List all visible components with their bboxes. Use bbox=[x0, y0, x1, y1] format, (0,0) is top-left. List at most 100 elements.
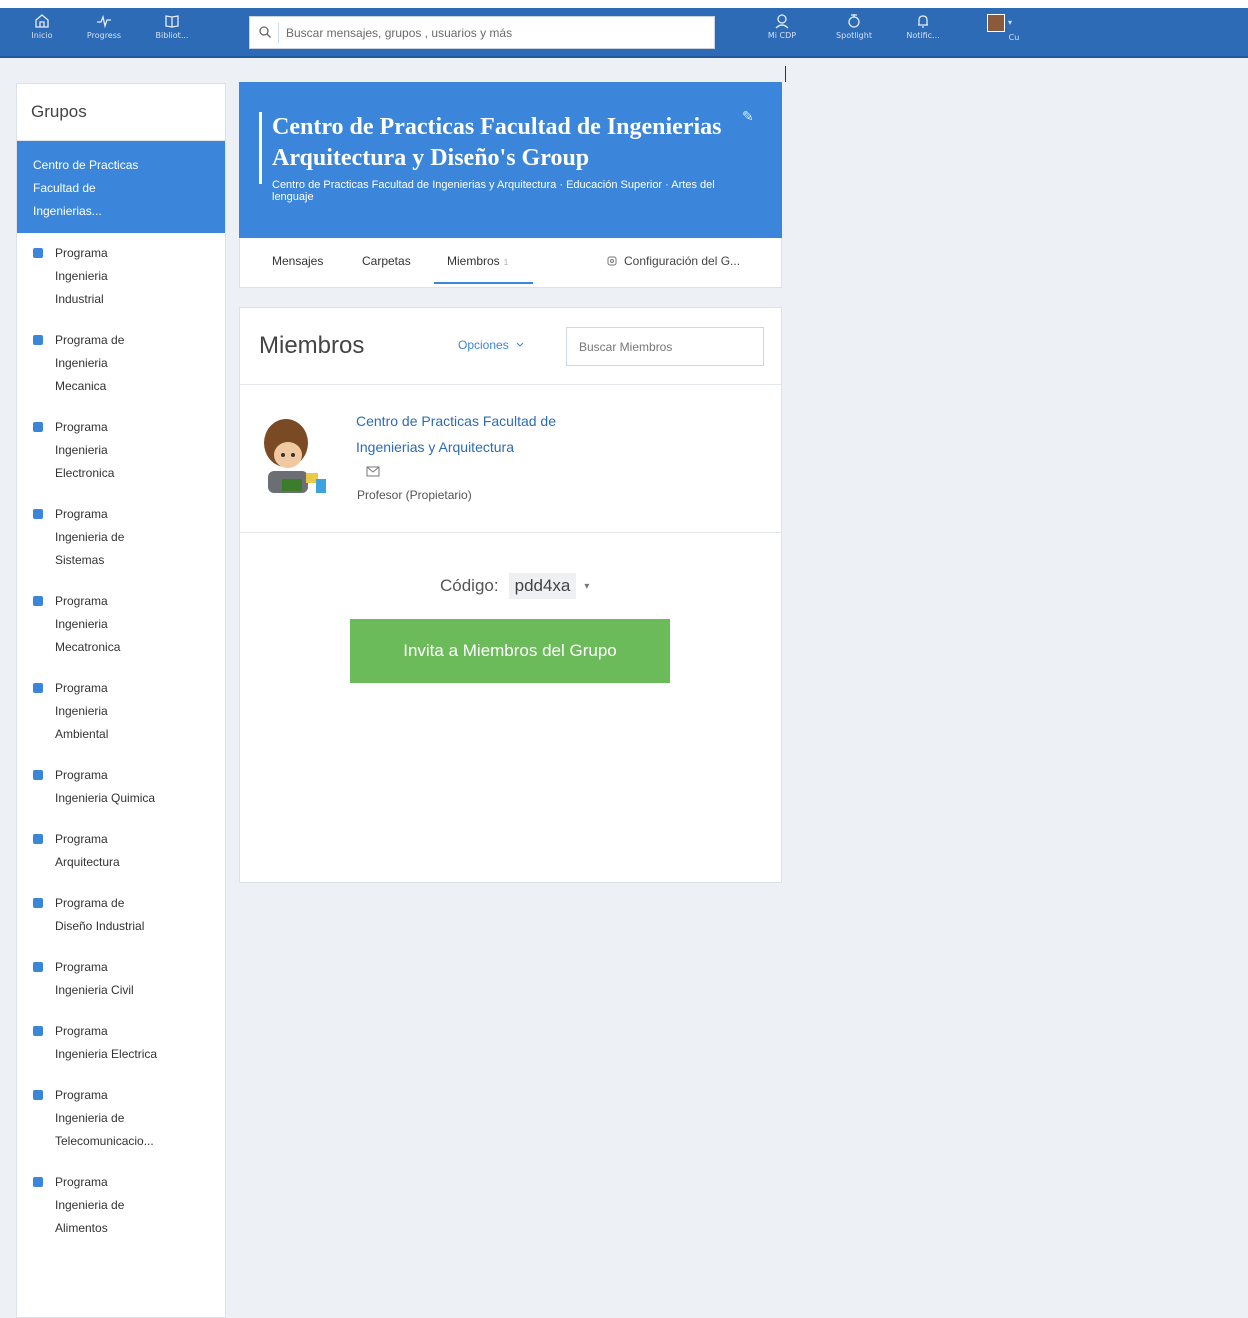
group-subtitle: Centro de Practicas Facultad de Ingenier… bbox=[272, 179, 715, 203]
sidebar-item-label: Centro de Practicas Facultad de Ingenier… bbox=[33, 158, 139, 218]
nav-my-cdp[interactable]: Mi CDP bbox=[762, 8, 802, 52]
sidebar-item[interactable]: Programa Ingenieria Electrica bbox=[17, 1011, 225, 1075]
group-color-icon bbox=[33, 1090, 43, 1100]
sidebar-item[interactable]: Programa Arquitectura bbox=[17, 819, 225, 883]
code-label: Código: bbox=[440, 576, 499, 595]
code-dropdown-caret[interactable]: ▾ bbox=[584, 581, 589, 592]
sidebar-item-label: Programa Ingenieria de Sistemas bbox=[55, 507, 125, 567]
nav-progress-label: Progress bbox=[86, 31, 122, 40]
sidebar-item[interactable]: Programa Ingenieria Industrial bbox=[17, 233, 225, 320]
member-role: Profesor (Propietario) bbox=[357, 488, 472, 502]
divider bbox=[240, 384, 781, 385]
members-title: Miembros bbox=[259, 332, 365, 359]
home-icon bbox=[35, 14, 49, 28]
group-code: Código: pdd4xa ▾ bbox=[440, 573, 589, 599]
sidebar-item[interactable]: Programa Ingenieria Ambiental bbox=[17, 668, 225, 755]
sidebar-item[interactable]: Programa Ingenieria de Telecomunicacio..… bbox=[17, 1075, 225, 1162]
invite-members-button[interactable]: Invita a Miembros del Grupo bbox=[350, 619, 670, 683]
tab-members[interactable]: Miembros 1 bbox=[434, 254, 533, 284]
edit-pencil-icon[interactable]: ✎ bbox=[742, 108, 754, 125]
nav-library[interactable]: Bibliot... bbox=[148, 8, 196, 52]
sidebar-item-label: Programa Ingenieria Electrica bbox=[55, 1024, 158, 1061]
nav-user-label[interactable]: Cu bbox=[1004, 33, 1024, 47]
pulse-icon bbox=[97, 14, 111, 29]
sidebar-item-label: Programa Ingenieria Civil bbox=[55, 960, 134, 997]
user-avatar[interactable] bbox=[987, 14, 1005, 32]
search-icon bbox=[259, 26, 271, 38]
member-avatar[interactable] bbox=[258, 413, 338, 499]
tab-settings[interactable]: Configuración del G... bbox=[606, 254, 740, 268]
book-icon bbox=[165, 15, 179, 28]
global-search[interactable] bbox=[249, 16, 715, 49]
sidebar-item[interactable]: Programa Ingenieria Quimica bbox=[17, 755, 225, 819]
sidebar-item[interactable]: Programa Ingenieria Civil bbox=[17, 947, 225, 1011]
sidebar-item-active-group[interactable]: Centro de Practicas Facultad de Ingenier… bbox=[17, 141, 225, 233]
group-color-icon bbox=[33, 248, 43, 258]
group-tabs: Mensajes Carpetas Miembros 1 Configuració… bbox=[239, 238, 782, 288]
group-color-icon bbox=[33, 834, 43, 844]
nav-user-text: Cu bbox=[1008, 33, 1020, 42]
sidebar-item-label: Programa Ingenieria de Telecomunicacio..… bbox=[55, 1088, 154, 1148]
text-cursor bbox=[785, 66, 786, 82]
sidebar-item[interactable]: Programa Ingenieria de Sistemas bbox=[17, 494, 225, 581]
group-color-icon bbox=[33, 335, 43, 345]
group-color-icon bbox=[33, 962, 43, 972]
groups-sidebar: Grupos Centro de Practicas Facultad de I… bbox=[16, 83, 226, 1318]
members-search-input[interactable] bbox=[566, 327, 764, 366]
tab-folders[interactable]: Carpetas bbox=[362, 254, 411, 268]
chevron-down-icon[interactable]: ▾ bbox=[1008, 18, 1012, 27]
sidebar-item-label: Programa Ingenieria Industrial bbox=[55, 246, 108, 306]
group-color-icon bbox=[33, 770, 43, 780]
group-color-icon bbox=[33, 1026, 43, 1036]
group-color-icon bbox=[33, 422, 43, 432]
nav-my-cdp-label: Mi CDP bbox=[767, 31, 797, 40]
sidebar-title: Grupos bbox=[17, 84, 225, 141]
group-color-icon bbox=[33, 898, 43, 908]
nav-notifications-label: Notific... bbox=[906, 31, 940, 40]
title-accent-bar bbox=[259, 112, 262, 184]
sidebar-item[interactable]: Programa de Ingenieria Mecanica bbox=[17, 320, 225, 407]
sidebar-item-label: Programa Ingenieria Mecatronica bbox=[55, 594, 121, 654]
search-input[interactable] bbox=[286, 21, 706, 45]
divider bbox=[240, 532, 781, 533]
nav-progress[interactable]: Progress bbox=[84, 8, 124, 52]
group-title: Centro de Practicas Facultad de Ingenier… bbox=[272, 114, 722, 171]
nav-spotlight[interactable]: Spotlight bbox=[832, 8, 876, 52]
sidebar-item-label: Programa de Diseño Industrial bbox=[55, 896, 145, 933]
tab-messages[interactable]: Mensajes bbox=[272, 254, 323, 268]
settings-label: Configuración del G... bbox=[624, 254, 741, 268]
nav-library-label: Bibliot... bbox=[155, 31, 189, 40]
nav-home-label: Inicio bbox=[31, 31, 53, 40]
sidebar-item[interactable]: Programa Ingenieria Electronica bbox=[17, 407, 225, 494]
sidebar-item[interactable]: Programa Ingenieria de Alimentos bbox=[17, 1162, 225, 1249]
nav-spotlight-label: Spotlight bbox=[836, 31, 872, 40]
nav-notifications[interactable]: Notific... bbox=[903, 8, 943, 52]
code-value: pdd4xa bbox=[508, 573, 577, 599]
nav-home[interactable]: Inicio bbox=[22, 8, 62, 52]
sidebar-item[interactable]: Programa Ingenieria Mecatronica bbox=[17, 581, 225, 668]
sidebar-item-label: Programa Ingenieria Quimica bbox=[55, 768, 156, 805]
chevron-down-icon bbox=[516, 342, 524, 347]
group-color-icon bbox=[33, 509, 43, 519]
sidebar-item-label: Programa Ingenieria Ambiental bbox=[55, 681, 109, 741]
top-navigation: Inicio Progress Bibliot... Mi CDP Spotli… bbox=[0, 0, 1248, 58]
members-panel: Miembros Opciones Centro de Practicas Fa… bbox=[239, 307, 782, 883]
group-color-icon bbox=[33, 683, 43, 693]
sidebar-item-label: Programa de Ingenieria Mecanica bbox=[55, 333, 125, 393]
members-count: 1 bbox=[503, 258, 509, 267]
apple-icon bbox=[848, 14, 860, 28]
sidebar-item[interactable]: Programa de Diseño Industrial bbox=[17, 883, 225, 947]
mail-icon[interactable] bbox=[366, 466, 380, 477]
options-dropdown[interactable]: Opciones bbox=[458, 338, 525, 352]
user-circle-icon bbox=[775, 14, 789, 29]
search-divider bbox=[278, 23, 279, 43]
group-header: Centro de Practicas Facultad de Ingenier… bbox=[239, 82, 782, 238]
sidebar-item-label: Programa Ingenieria Electronica bbox=[55, 420, 115, 480]
member-name-link[interactable]: Centro de Practicas Facultad de Ingenier… bbox=[356, 408, 596, 460]
options-label: Opciones bbox=[458, 338, 509, 352]
sidebar-item-label: Programa Ingenieria de Alimentos bbox=[55, 1175, 125, 1235]
sidebar-item-label: Programa Arquitectura bbox=[55, 832, 120, 869]
group-color-icon bbox=[33, 1177, 43, 1187]
gear-icon bbox=[607, 256, 617, 266]
group-color-icon bbox=[33, 596, 43, 606]
